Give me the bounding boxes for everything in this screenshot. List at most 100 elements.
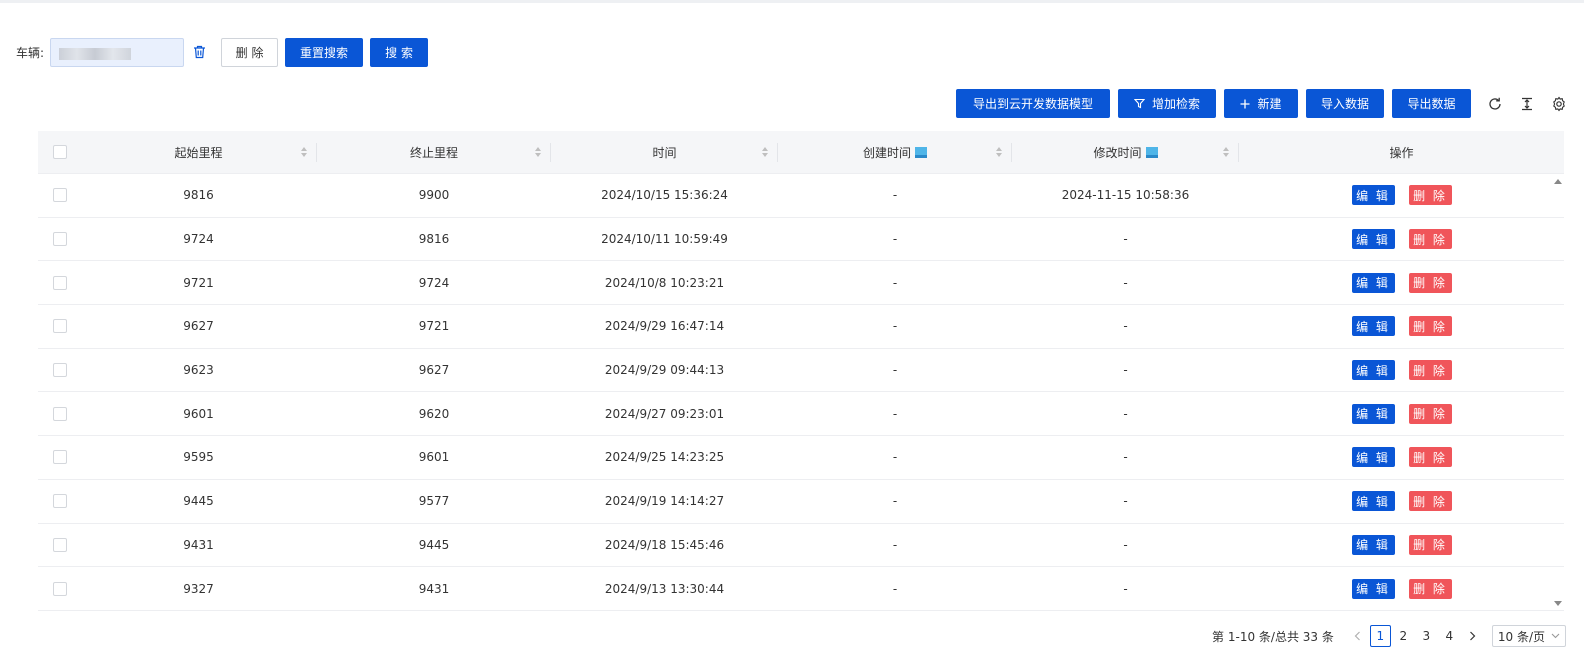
page-3[interactable]: 3 bbox=[1416, 625, 1437, 647]
cell-time: 2024/9/27 09:23:01 bbox=[604, 406, 725, 421]
edit-button[interactable]: 编 辑 bbox=[1351, 534, 1395, 555]
cell-actions: 编 辑删 除 bbox=[1239, 567, 1564, 610]
edit-button[interactable]: 编 辑 bbox=[1351, 447, 1395, 468]
row-delete-button[interactable]: 删 除 bbox=[1408, 403, 1452, 424]
row-checkbox-cell bbox=[38, 436, 80, 479]
row-checkbox[interactable] bbox=[53, 581, 67, 596]
row-checkbox[interactable] bbox=[53, 275, 67, 290]
sort-icon[interactable] bbox=[761, 146, 769, 158]
next-page-icon[interactable] bbox=[1462, 625, 1483, 647]
row-delete-button[interactable]: 删 除 bbox=[1408, 229, 1452, 250]
cell-created-time: - bbox=[892, 450, 898, 465]
row-delete-button[interactable]: 删 除 bbox=[1408, 316, 1452, 337]
cell-created-time: - bbox=[892, 537, 898, 552]
cell-time: 2024/9/18 15:45:46 bbox=[604, 537, 725, 552]
export-data-button[interactable]: 导出数据 bbox=[1392, 89, 1471, 118]
cell-modified-time: - bbox=[1123, 275, 1128, 290]
row-delete-button[interactable]: 删 除 bbox=[1408, 185, 1452, 206]
select-all-checkbox[interactable] bbox=[53, 145, 67, 159]
edit-button[interactable]: 编 辑 bbox=[1351, 185, 1395, 206]
import-data-button[interactable]: 导入数据 bbox=[1306, 89, 1384, 118]
reset-search-button[interactable]: 重置搜索 bbox=[285, 37, 364, 67]
column-header-start[interactable]: 起始里程 bbox=[80, 131, 317, 173]
settings-icon[interactable] bbox=[1551, 96, 1567, 112]
column-height-icon[interactable] bbox=[1519, 96, 1535, 112]
vehicle-input[interactable] bbox=[50, 37, 185, 67]
row-checkbox[interactable] bbox=[53, 363, 67, 378]
cell-created-time: - bbox=[892, 188, 898, 203]
row-checkbox[interactable] bbox=[53, 406, 67, 421]
cell-start-mileage: 9721 bbox=[183, 275, 214, 290]
row-checkbox-cell bbox=[38, 305, 80, 348]
page-4[interactable]: 4 bbox=[1439, 625, 1460, 647]
row-delete-button[interactable]: 删 除 bbox=[1408, 447, 1452, 468]
column-header-created[interactable]: 创建时间 bbox=[778, 131, 1012, 173]
cell-modified-time: - bbox=[1123, 232, 1128, 247]
page-1[interactable]: 1 bbox=[1369, 625, 1391, 647]
row-checkbox[interactable] bbox=[53, 232, 67, 247]
row-delete-button[interactable]: 删 除 bbox=[1408, 272, 1452, 293]
row-delete-button[interactable]: 删 除 bbox=[1408, 534, 1452, 555]
edit-button[interactable]: 编 辑 bbox=[1351, 578, 1395, 599]
column-header-modified[interactable]: 修改时间 bbox=[1012, 131, 1239, 173]
table-row: 9724 9816 2024/10/11 10:59:49 - - 编 辑删 除 bbox=[38, 218, 1564, 262]
cell-end-mileage: 9900 bbox=[418, 188, 450, 203]
cell-actions: 编 辑删 除 bbox=[1239, 305, 1564, 348]
row-checkbox[interactable] bbox=[53, 450, 67, 465]
table-row: 9431 9445 2024/9/18 15:45:46 - - 编 辑删 除 bbox=[38, 524, 1564, 568]
scroll-down-icon[interactable] bbox=[1554, 601, 1562, 606]
edit-button[interactable]: 编 辑 bbox=[1351, 229, 1395, 250]
row-delete-button[interactable]: 删 除 bbox=[1408, 491, 1452, 512]
refresh-icon[interactable] bbox=[1487, 96, 1503, 112]
edit-button[interactable]: 编 辑 bbox=[1351, 360, 1395, 381]
column-header-end[interactable]: 终止里程 bbox=[317, 131, 551, 173]
pagination-total: 第 1-10 条/总共 33 条 bbox=[1212, 629, 1334, 644]
edit-button[interactable]: 编 辑 bbox=[1351, 491, 1395, 512]
row-checkbox[interactable] bbox=[53, 188, 67, 203]
row-checkbox[interactable] bbox=[53, 494, 67, 509]
export-cloud-button[interactable]: 导出到云开发数据模型 bbox=[956, 89, 1110, 118]
table-row: 9595 9601 2024/9/25 14:23:25 - - 编 辑删 除 bbox=[38, 436, 1564, 480]
redacted-value bbox=[59, 47, 132, 60]
search-button[interactable]: 搜 索 bbox=[370, 37, 429, 67]
table-scrollbar[interactable] bbox=[1552, 174, 1564, 611]
row-delete-button[interactable]: 删 除 bbox=[1408, 578, 1452, 599]
column-header-actions: 操作 bbox=[1389, 145, 1414, 160]
sort-icon[interactable] bbox=[300, 146, 308, 158]
vehicle-label: 车辆: bbox=[16, 45, 45, 60]
row-checkbox-cell bbox=[38, 567, 80, 610]
prev-page-icon[interactable] bbox=[1347, 625, 1368, 647]
row-checkbox[interactable] bbox=[53, 319, 67, 334]
cell-time: 2024/9/29 16:47:14 bbox=[604, 319, 725, 334]
cell-modified-time: - bbox=[1123, 450, 1128, 465]
column-filter-icon[interactable] bbox=[1145, 146, 1158, 158]
cell-time: 2024/10/15 15:36:24 bbox=[601, 188, 728, 203]
sort-icon[interactable] bbox=[995, 146, 1003, 158]
cell-time: 2024/9/29 09:44:13 bbox=[604, 363, 725, 378]
top-divider bbox=[0, 0, 1584, 3]
cell-time: 2024/9/13 13:30:44 bbox=[604, 581, 725, 596]
row-delete-button[interactable]: 删 除 bbox=[1408, 360, 1452, 381]
cell-created-time: - bbox=[892, 319, 898, 334]
column-header-time[interactable]: 时间 bbox=[551, 131, 778, 173]
cell-created-time: - bbox=[892, 232, 898, 247]
edit-button[interactable]: 编 辑 bbox=[1351, 316, 1395, 337]
page-size-select[interactable]: 10 条/页 bbox=[1491, 625, 1566, 647]
page-2[interactable]: 2 bbox=[1393, 625, 1414, 647]
table-row: 9327 9431 2024/9/13 13:30:44 - - 编 辑删 除 bbox=[38, 567, 1564, 611]
new-button[interactable]: 新建 bbox=[1224, 89, 1298, 118]
sort-icon[interactable] bbox=[1222, 146, 1230, 158]
cell-created-time: - bbox=[892, 494, 898, 509]
sort-icon[interactable] bbox=[534, 146, 542, 158]
trash-icon[interactable] bbox=[193, 45, 207, 59]
edit-button[interactable]: 编 辑 bbox=[1351, 403, 1395, 424]
row-checkbox[interactable] bbox=[53, 537, 67, 552]
delete-button[interactable]: 删 除 bbox=[221, 37, 279, 67]
scroll-up-icon[interactable] bbox=[1554, 179, 1562, 184]
edit-button[interactable]: 编 辑 bbox=[1351, 272, 1395, 293]
cell-time: 2024/9/19 14:14:27 bbox=[604, 494, 725, 509]
add-filter-button[interactable]: 增加检索 bbox=[1118, 89, 1216, 118]
cell-end-mileage: 9445 bbox=[418, 537, 450, 552]
column-filter-icon[interactable] bbox=[915, 146, 927, 158]
data-table: 起始里程 终止里程 时间 创建时间 修改时间 操作 9816 9900 2024/1… bbox=[38, 131, 1564, 611]
